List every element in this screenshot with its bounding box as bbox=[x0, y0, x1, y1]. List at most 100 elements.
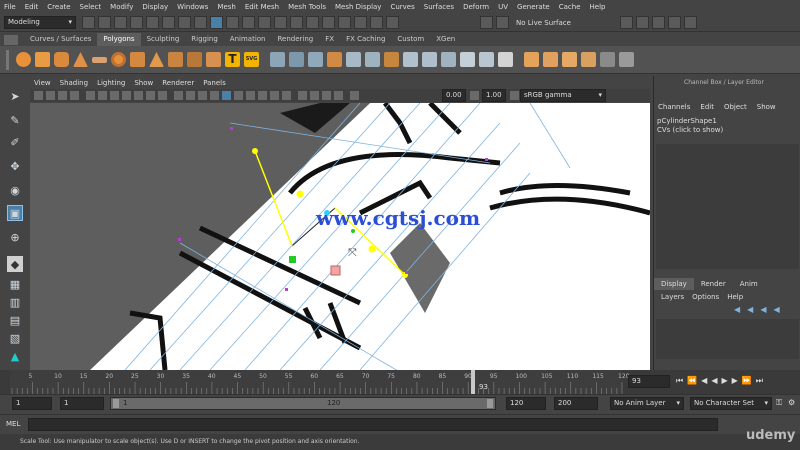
camera-attributes-icon[interactable] bbox=[46, 91, 55, 100]
magnet-icon[interactable] bbox=[480, 16, 493, 29]
show-manipulator-icon[interactable]: ⊕ bbox=[7, 229, 23, 245]
paint-select-icon[interactable]: ✐ bbox=[7, 134, 23, 150]
single-perspective-icon[interactable]: ◆ bbox=[7, 256, 23, 272]
rotate-tool-icon[interactable]: ◉ bbox=[7, 182, 23, 198]
history-icon[interactable] bbox=[306, 16, 319, 29]
tool-settings-icon[interactable] bbox=[652, 16, 665, 29]
range-start-handle[interactable] bbox=[113, 399, 119, 408]
save-scene-icon[interactable] bbox=[114, 16, 127, 29]
snap-grid-icon[interactable] bbox=[226, 16, 239, 29]
menu-help[interactable]: Help bbox=[590, 3, 606, 11]
image-plane-icon[interactable] bbox=[70, 91, 79, 100]
menu-edit-mesh[interactable]: Edit Mesh bbox=[245, 3, 279, 11]
viewport-menu-renderer[interactable]: Renderer bbox=[162, 79, 194, 87]
shelf-tab-polygons[interactable]: Polygons bbox=[97, 33, 141, 46]
layer-tab-display[interactable]: Display bbox=[654, 278, 694, 290]
bridge-icon[interactable] bbox=[422, 52, 437, 67]
layer-tab-render[interactable]: Render bbox=[694, 278, 733, 290]
safe-title-icon[interactable] bbox=[158, 91, 167, 100]
poly-cone-icon[interactable] bbox=[73, 52, 88, 67]
gate-mask-icon[interactable] bbox=[122, 91, 131, 100]
render-settings-icon[interactable] bbox=[354, 16, 367, 29]
isolate-select-icon[interactable] bbox=[298, 91, 307, 100]
spherical-map-icon[interactable] bbox=[562, 52, 577, 67]
shelf-tab-xgen[interactable]: XGen bbox=[430, 33, 461, 46]
anim-layer-dropdown[interactable]: No Anim Layer ▾ bbox=[610, 397, 684, 410]
grid-icon[interactable] bbox=[86, 91, 95, 100]
ipr-icon[interactable] bbox=[338, 16, 351, 29]
menu-mesh-display[interactable]: Mesh Display bbox=[335, 3, 381, 11]
scale-tool-icon[interactable]: ▣ bbox=[7, 205, 23, 221]
viewport-menu-show[interactable]: Show bbox=[134, 79, 153, 87]
anti-aliasing-icon[interactable] bbox=[270, 91, 279, 100]
safe-action-icon[interactable] bbox=[146, 91, 155, 100]
manip-handle-yellow[interactable] bbox=[368, 245, 376, 253]
menu-curves[interactable]: Curves bbox=[390, 3, 414, 11]
menu-mesh-tools[interactable]: Mesh Tools bbox=[288, 3, 326, 11]
manip-handle-green[interactable] bbox=[289, 256, 296, 263]
step-forward-frame-icon[interactable]: ▶ bbox=[732, 376, 738, 386]
field-chart-icon[interactable] bbox=[134, 91, 143, 100]
shelf-gear-icon[interactable] bbox=[6, 50, 9, 70]
viewport-menu-panels[interactable]: Panels bbox=[203, 79, 226, 87]
move-layer-up-icon[interactable]: ◀ bbox=[734, 305, 740, 314]
poly-soccerball-icon[interactable] bbox=[206, 52, 221, 67]
menu-generate[interactable]: Generate bbox=[517, 3, 550, 11]
poly-plane-icon[interactable] bbox=[92, 57, 107, 63]
shape-name[interactable]: pCylinderShape1 bbox=[657, 117, 717, 125]
shelf-tab-rigging[interactable]: Rigging bbox=[185, 33, 224, 46]
booleans-icon[interactable] bbox=[327, 52, 342, 67]
play-backward-icon[interactable]: ◀ bbox=[711, 376, 717, 386]
snap-point-icon[interactable] bbox=[258, 16, 271, 29]
resolution-gate-icon[interactable] bbox=[110, 91, 119, 100]
bevel-icon[interactable] bbox=[441, 52, 456, 67]
ambient-occlusion-icon[interactable] bbox=[246, 91, 255, 100]
channel-menu-object[interactable]: Object bbox=[724, 103, 747, 111]
go-to-start-icon[interactable]: ⏮ bbox=[676, 376, 683, 386]
shelf-menu-icon[interactable] bbox=[4, 35, 18, 45]
poly-pipe-icon[interactable] bbox=[168, 52, 183, 67]
viewport-menu-lighting[interactable]: Lighting bbox=[97, 79, 125, 87]
xray-components-icon[interactable] bbox=[334, 91, 343, 100]
outliner-layout-icon[interactable]: ▤ bbox=[7, 312, 23, 328]
menu-file[interactable]: File bbox=[4, 3, 16, 11]
channel-menu-edit[interactable]: Edit bbox=[700, 103, 714, 111]
camera-select-icon[interactable] bbox=[34, 91, 43, 100]
select-by-type-icon[interactable] bbox=[210, 16, 223, 29]
shelf-tab-animation[interactable]: Animation bbox=[224, 33, 272, 46]
menu-uv[interactable]: UV bbox=[498, 3, 508, 11]
mirror-icon[interactable] bbox=[384, 52, 399, 67]
playback-start-field[interactable]: 1 bbox=[60, 397, 104, 410]
select-hierarchy-icon[interactable] bbox=[162, 16, 175, 29]
menu-deform[interactable]: Deform bbox=[463, 3, 489, 11]
exposure-field[interactable]: 0.00 bbox=[442, 89, 466, 102]
start-frame-field[interactable]: 1 bbox=[12, 397, 52, 410]
range-end-handle[interactable] bbox=[487, 399, 493, 408]
range-slider[interactable]: 1 120 bbox=[110, 397, 496, 410]
lights-icon[interactable] bbox=[222, 91, 231, 100]
hypershade-icon[interactable] bbox=[370, 16, 383, 29]
menu-mesh[interactable]: Mesh bbox=[217, 3, 235, 11]
textured-icon[interactable] bbox=[210, 91, 219, 100]
lasso-tool-icon[interactable]: ✎ bbox=[7, 112, 23, 128]
menu-edit[interactable]: Edit bbox=[25, 3, 39, 11]
end-frame-field[interactable]: 200 bbox=[554, 397, 598, 410]
input-ops-icon[interactable] bbox=[386, 16, 399, 29]
color-space-dropdown[interactable]: sRGB gamma ▾ bbox=[520, 89, 606, 102]
layer-tab-anim[interactable]: Anim bbox=[733, 278, 765, 290]
four-view-icon[interactable]: ▦ bbox=[7, 276, 23, 292]
go-to-end-icon[interactable]: ⏭ bbox=[756, 376, 763, 386]
cylindrical-map-icon[interactable] bbox=[543, 52, 558, 67]
reduce-icon[interactable] bbox=[365, 52, 380, 67]
shadows-icon[interactable] bbox=[234, 91, 243, 100]
smooth-icon[interactable] bbox=[346, 52, 361, 67]
move-layer-down-icon[interactable]: ◀ bbox=[747, 305, 753, 314]
menu-surfaces[interactable]: Surfaces bbox=[424, 3, 454, 11]
bookmark-icon[interactable] bbox=[58, 91, 67, 100]
select-tool-icon[interactable]: ➤ bbox=[7, 88, 23, 104]
mel-input[interactable] bbox=[28, 418, 718, 431]
cvs-row[interactable]: CVs (click to show) bbox=[657, 126, 723, 134]
channel-menu-channels[interactable]: Channels bbox=[658, 103, 690, 111]
snap-view-icon[interactable] bbox=[274, 16, 287, 29]
svg-icon[interactable]: SVG bbox=[244, 52, 259, 67]
